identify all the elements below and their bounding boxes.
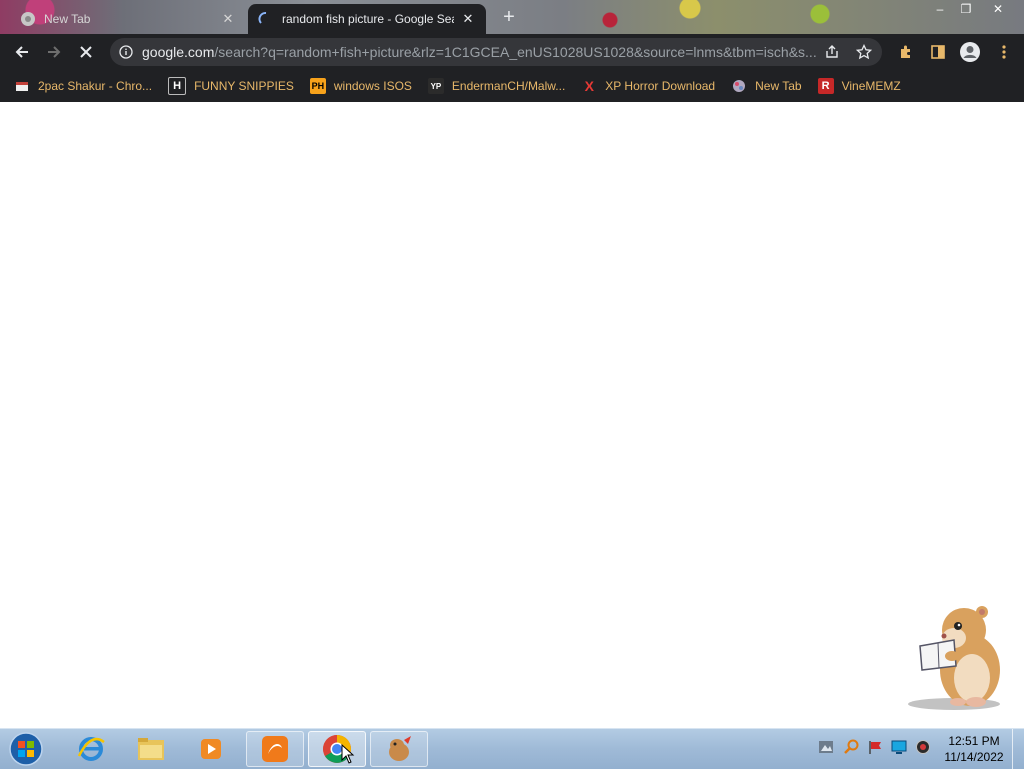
bookmarks-bar: 2pac Shakur - Chro... H FUNNY SNIPPIES P… [0,70,1024,102]
tab-close-icon[interactable]: ✕ [460,11,476,27]
folder-icon [138,738,164,760]
tray-action-center-flag-icon[interactable] [867,739,883,755]
url-text[interactable]: google.com/search?q=random+fish+picture&… [142,44,882,60]
tab-strip: New Tab ✕ random fish picture - Google S… [0,0,1024,34]
chrome-favicon-icon [20,11,36,27]
ph-icon: PH [309,78,326,94]
uc-browser-icon [262,736,288,762]
taskbar-uc-browser[interactable] [246,731,304,767]
hamster-desktop-pet-icon[interactable] [892,600,1012,712]
bookmark-star-icon[interactable] [852,40,876,64]
globe-icon [731,78,747,94]
loading-spinner-icon [258,11,274,27]
bookmark-funny-snippies[interactable]: H FUNNY SNIPPIES [168,74,294,98]
bookmark-label: windows ISOS [333,79,412,93]
profile-avatar-icon[interactable] [958,40,982,64]
info-icon[interactable] [118,44,134,60]
hamster-pet-icon [389,736,411,761]
show-desktop-button[interactable] [1012,729,1024,769]
bookmark-vinememz[interactable]: R VineMEMZ [817,74,901,98]
bookmark-windows-isos[interactable]: PH windows ISOS [309,74,412,98]
bookmark-label: VineMEMZ [841,79,901,93]
r-letter-icon: R [817,78,834,94]
tray-search-icon[interactable] [843,739,859,755]
tray-display-icon[interactable] [891,739,907,755]
bookmark-endermanch[interactable]: YP EndermanCH/Malw... [427,74,566,98]
back-button[interactable] [10,40,34,64]
maximize-button[interactable]: ❐ [952,0,980,18]
web-page-content[interactable] [0,102,1024,728]
bookmark-label: EndermanCH/Malw... [451,79,566,93]
clock-date: 11/14/2022 [944,750,1004,764]
address-bar[interactable]: google.com/search?q=random+fish+picture&… [110,38,882,66]
bookmark-label: 2pac Shakur - Chro... [38,79,153,93]
bookmark-xp-horror[interactable]: X XP Horror Download [581,74,716,98]
bookmark-label: FUNNY SNIPPIES [194,79,294,93]
tab-close-icon[interactable]: ✕ [220,11,236,27]
stop-loading-button[interactable] [74,40,98,64]
taskbar-media-player[interactable] [182,731,240,767]
share-icon[interactable] [820,40,844,64]
windows-taskbar: 12:51 PM 11/14/2022 [0,728,1024,769]
arrow-right-icon [48,46,61,58]
url-path: /search?q=random+fish+picture&rlz=1C1GCE… [214,44,817,60]
tab-title: New Tab [44,12,91,26]
tab-google-search[interactable]: random fish picture - Google Search ✕ [248,4,486,34]
forward-button[interactable] [42,40,66,64]
arrow-left-icon [15,46,28,58]
side-panel-icon[interactable] [926,40,950,64]
bookmark-label: XP Horror Download [605,79,716,93]
tray-volume-icon[interactable] [915,739,931,755]
clock-time: 12:51 PM [948,734,1000,748]
taskbar-file-explorer[interactable] [122,731,180,767]
taskbar-chrome[interactable] [308,731,366,767]
windows-orb-icon [9,732,43,766]
x-letter-icon: X [584,78,594,94]
extensions-puzzle-icon[interactable] [894,40,918,64]
bookmark-label: New Tab [755,79,802,93]
book-icon [14,78,30,94]
url-host: google.com [142,44,215,60]
tab-title: random fish picture - Google Search [282,12,454,26]
stop-icon [80,46,92,58]
tab-new-tab[interactable]: New Tab ✕ [10,4,246,34]
tray-network-icon[interactable] [818,739,834,755]
taskbar-desktop-pet[interactable] [370,731,428,767]
internet-explorer-icon [77,737,105,761]
bookmark-2pac[interactable]: 2pac Shakur - Chro... [14,74,152,98]
yp-icon: YP [427,78,444,94]
bookmark-new-tab[interactable]: New Tab [731,74,802,98]
h-letter-icon: H [168,77,187,95]
browser-toolbar: google.com/search?q=random+fish+picture&… [0,34,1024,70]
mouse-cursor-icon [341,744,355,764]
taskbar-internet-explorer[interactable] [62,731,120,767]
close-window-button[interactable]: ✕ [984,0,1012,18]
start-button[interactable] [6,731,46,767]
media-player-icon [201,739,221,759]
taskbar-clock[interactable]: 12:51 PM 11/14/2022 [936,733,1012,765]
browser-menu-icon[interactable] [992,40,1016,64]
minimize-button[interactable]: – [926,0,954,18]
new-tab-button[interactable]: + [498,7,520,29]
